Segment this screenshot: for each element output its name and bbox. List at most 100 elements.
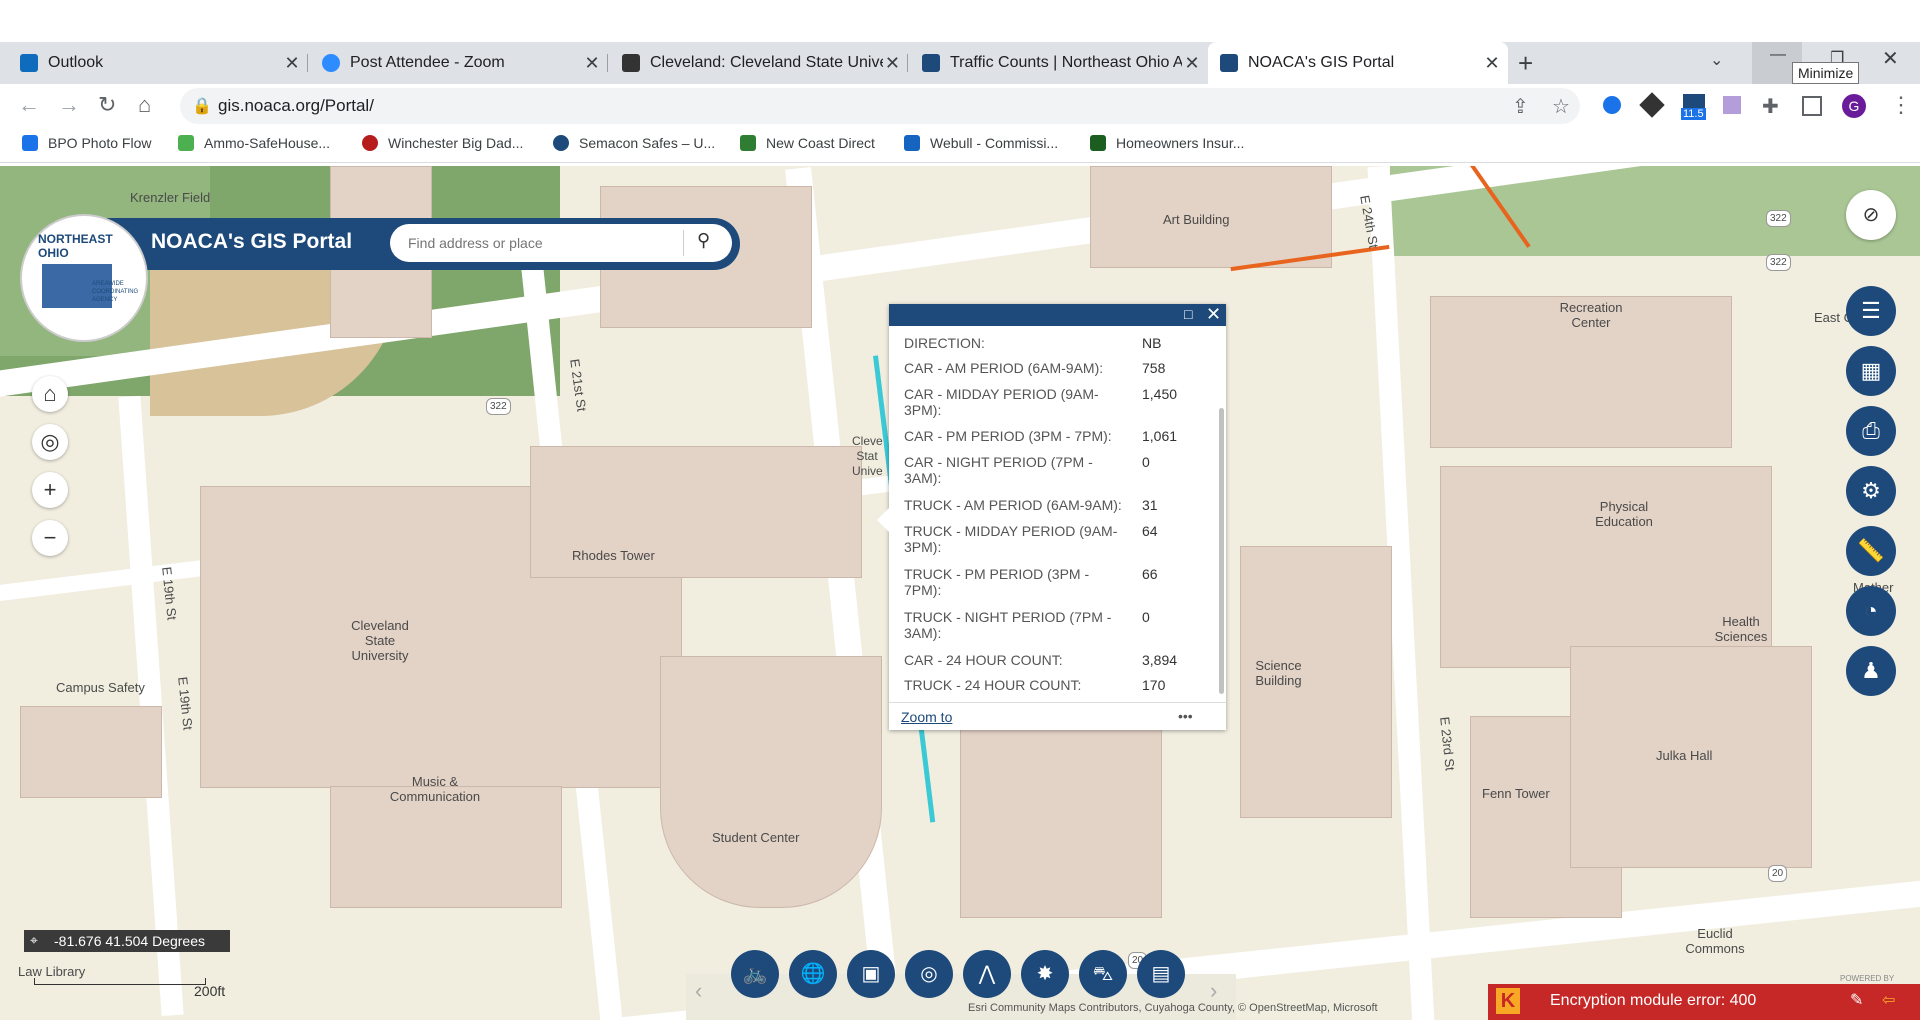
bookmark-item[interactable]: BPO Photo Flow: [22, 135, 152, 151]
noaca-logo[interactable]: NORTHEAST OHIO AREAWIDE COORDINATING AGE…: [20, 214, 148, 342]
popup-divider: [889, 702, 1226, 703]
tab-gis-portal[interactable]: NOACA's GIS Portal ✕: [1208, 42, 1508, 84]
coordinate-readout: -81.676 41.504 Degrees: [54, 933, 205, 949]
menu-icon[interactable]: ⋮: [1890, 92, 1912, 118]
scrollbar[interactable]: [1219, 408, 1224, 694]
chevron-left-icon[interactable]: ‹: [695, 978, 702, 1004]
bookmark-item[interactable]: Webull - Commissi...: [904, 135, 1058, 151]
map-label: Krenzler Field: [130, 190, 211, 205]
print-icon[interactable]: ⎙: [1846, 406, 1896, 456]
zoom-in-button[interactable]: +: [32, 472, 68, 508]
field-label: CAR - AM PERIOD (6AM-9AM):: [904, 360, 1104, 376]
tab-search-icon[interactable]: ⌄: [1710, 50, 1723, 70]
layer-list-icon[interactable]: ☰: [1846, 286, 1896, 336]
map-label: Law Library: [18, 964, 86, 979]
field-value: 0: [1142, 609, 1150, 625]
chevron-right-icon[interactable]: ›: [1210, 978, 1217, 1004]
car-icon[interactable]: ⛍: [1079, 950, 1127, 998]
tab-zoom[interactable]: Post Attendee - Zoom ✕: [310, 42, 608, 84]
logo-text: NORTHEAST OHIO: [38, 232, 113, 260]
road-icon[interactable]: ⋀: [963, 950, 1011, 998]
field-value: 758: [1142, 360, 1166, 376]
share-icon[interactable]: ⇪: [1512, 94, 1529, 119]
tab-title: Traffic Counts | Northeast Ohio A: [950, 54, 1183, 71]
tab-title: NOACA's GIS Portal: [1248, 54, 1395, 71]
wrench-icon[interactable]: ✎: [1850, 990, 1863, 1010]
bookmark-item[interactable]: Semacon Safes – U...: [553, 135, 715, 151]
bookmark-item[interactable]: Ammo-SafeHouse...: [178, 135, 330, 151]
error-message: Encryption module error: 400: [1550, 992, 1757, 1009]
person-icon[interactable]: ♟: [1846, 646, 1896, 696]
map-label: Euclid Commons: [1685, 926, 1745, 956]
bookmark-icon: [178, 135, 194, 151]
analysis-icon[interactable]: ⚙: [1846, 466, 1896, 516]
puzzle-icon[interactable]: ✚: [1762, 94, 1779, 119]
home-extent-button[interactable]: ⌂: [32, 376, 68, 412]
close-icon[interactable]: ✕: [1206, 304, 1221, 325]
building: [20, 706, 162, 798]
field-value: 1,450: [1142, 386, 1178, 402]
tab-traffic-counts[interactable]: Traffic Counts | Northeast Ohio A ✕: [910, 42, 1208, 84]
bus-icon[interactable]: ▣: [847, 950, 895, 998]
bookmark-item[interactable]: New Coast Direct: [740, 135, 875, 151]
locate-button[interactable]: ◎: [32, 424, 68, 460]
tab-title: Cleveland: Cleveland State Univer: [650, 54, 883, 71]
close-icon[interactable]: ✕: [1482, 53, 1502, 74]
noaca-icon: [1220, 54, 1238, 72]
sidepanel-icon[interactable]: [1802, 96, 1822, 116]
maximize-icon[interactable]: □: [1184, 306, 1192, 322]
crash-icon[interactable]: ✸: [1021, 950, 1069, 998]
back-icon[interactable]: ←: [18, 92, 40, 118]
hide-icon[interactable]: ⊘: [1846, 190, 1896, 240]
measure-icon[interactable]: 📏: [1846, 526, 1896, 576]
bookmark-star-icon[interactable]: ☆: [1552, 94, 1570, 119]
home-icon[interactable]: ⌂: [138, 92, 151, 118]
tab-cleveland[interactable]: Cleveland: Cleveland State Univer ✕: [610, 42, 908, 84]
map-label: E 19th St: [175, 676, 196, 731]
search-divider: [683, 230, 684, 256]
zoom-to-link[interactable]: Zoom to: [901, 709, 952, 725]
bike-ped-icon[interactable]: 🚲: [731, 950, 779, 998]
close-icon[interactable]: ✕: [282, 53, 302, 74]
crosshair-icon[interactable]: ⌖: [30, 932, 38, 949]
k-logo-icon: K: [1496, 988, 1520, 1014]
close-icon[interactable]: ✕: [1182, 53, 1202, 74]
search-input[interactable]: [406, 228, 670, 258]
tab-title: Outlook: [48, 54, 104, 71]
close-icon[interactable]: ✕: [582, 53, 602, 74]
extension-icon[interactable]: [1723, 96, 1741, 114]
map-label: Health Sciences: [1714, 614, 1768, 644]
target-icon[interactable]: ◎: [905, 950, 953, 998]
chart-icon[interactable]: ◔: [1846, 586, 1896, 636]
map-label: Julka Hall: [1656, 748, 1713, 763]
basemap-gallery-icon[interactable]: ▦: [1846, 346, 1896, 396]
tab-outlook[interactable]: Outlook ✕: [8, 42, 308, 84]
portal-title: NOACA's GIS Portal: [151, 230, 353, 253]
bookmark-item[interactable]: Homeowners Insur...: [1090, 135, 1244, 151]
map-label: Physical Education: [1595, 499, 1653, 529]
address-bar[interactable]: [180, 88, 1580, 124]
close-window-icon[interactable]: ✕: [1882, 46, 1899, 71]
field-value: NB: [1142, 335, 1162, 351]
bookmark-item[interactable]: Winchester Big Dad...: [362, 135, 523, 151]
close-icon[interactable]: ✕: [883, 53, 902, 74]
new-tab-button[interactable]: +: [1518, 48, 1533, 79]
field-label: TRUCK - 24 HOUR COUNT:: [904, 677, 1082, 693]
zoom-out-button[interactable]: −: [32, 520, 68, 556]
search-icon[interactable]: ⚲: [697, 230, 710, 251]
reload-icon[interactable]: ↻: [98, 92, 116, 118]
popup-header: [889, 304, 1226, 326]
back-arrow-icon[interactable]: ⇦: [1882, 990, 1895, 1010]
transit-icon[interactable]: ▤: [1137, 950, 1185, 998]
url-text[interactable]: gis.noaca.org/Portal/: [218, 96, 374, 116]
field-label: CAR - 24 HOUR COUNT:: [904, 652, 1063, 668]
more-actions-button[interactable]: •••: [1178, 708, 1193, 724]
forward-icon[interactable]: →: [58, 92, 80, 118]
profile-avatar[interactable]: G: [1842, 94, 1866, 118]
field-value: 64: [1142, 523, 1158, 539]
lock-icon[interactable]: 🔒: [192, 96, 212, 116]
map-label: Recreation Center: [1559, 300, 1623, 330]
bookmark-icon: [904, 135, 920, 151]
extension-icon[interactable]: [1603, 96, 1621, 114]
globe-icon[interactable]: 🌐: [789, 950, 837, 998]
